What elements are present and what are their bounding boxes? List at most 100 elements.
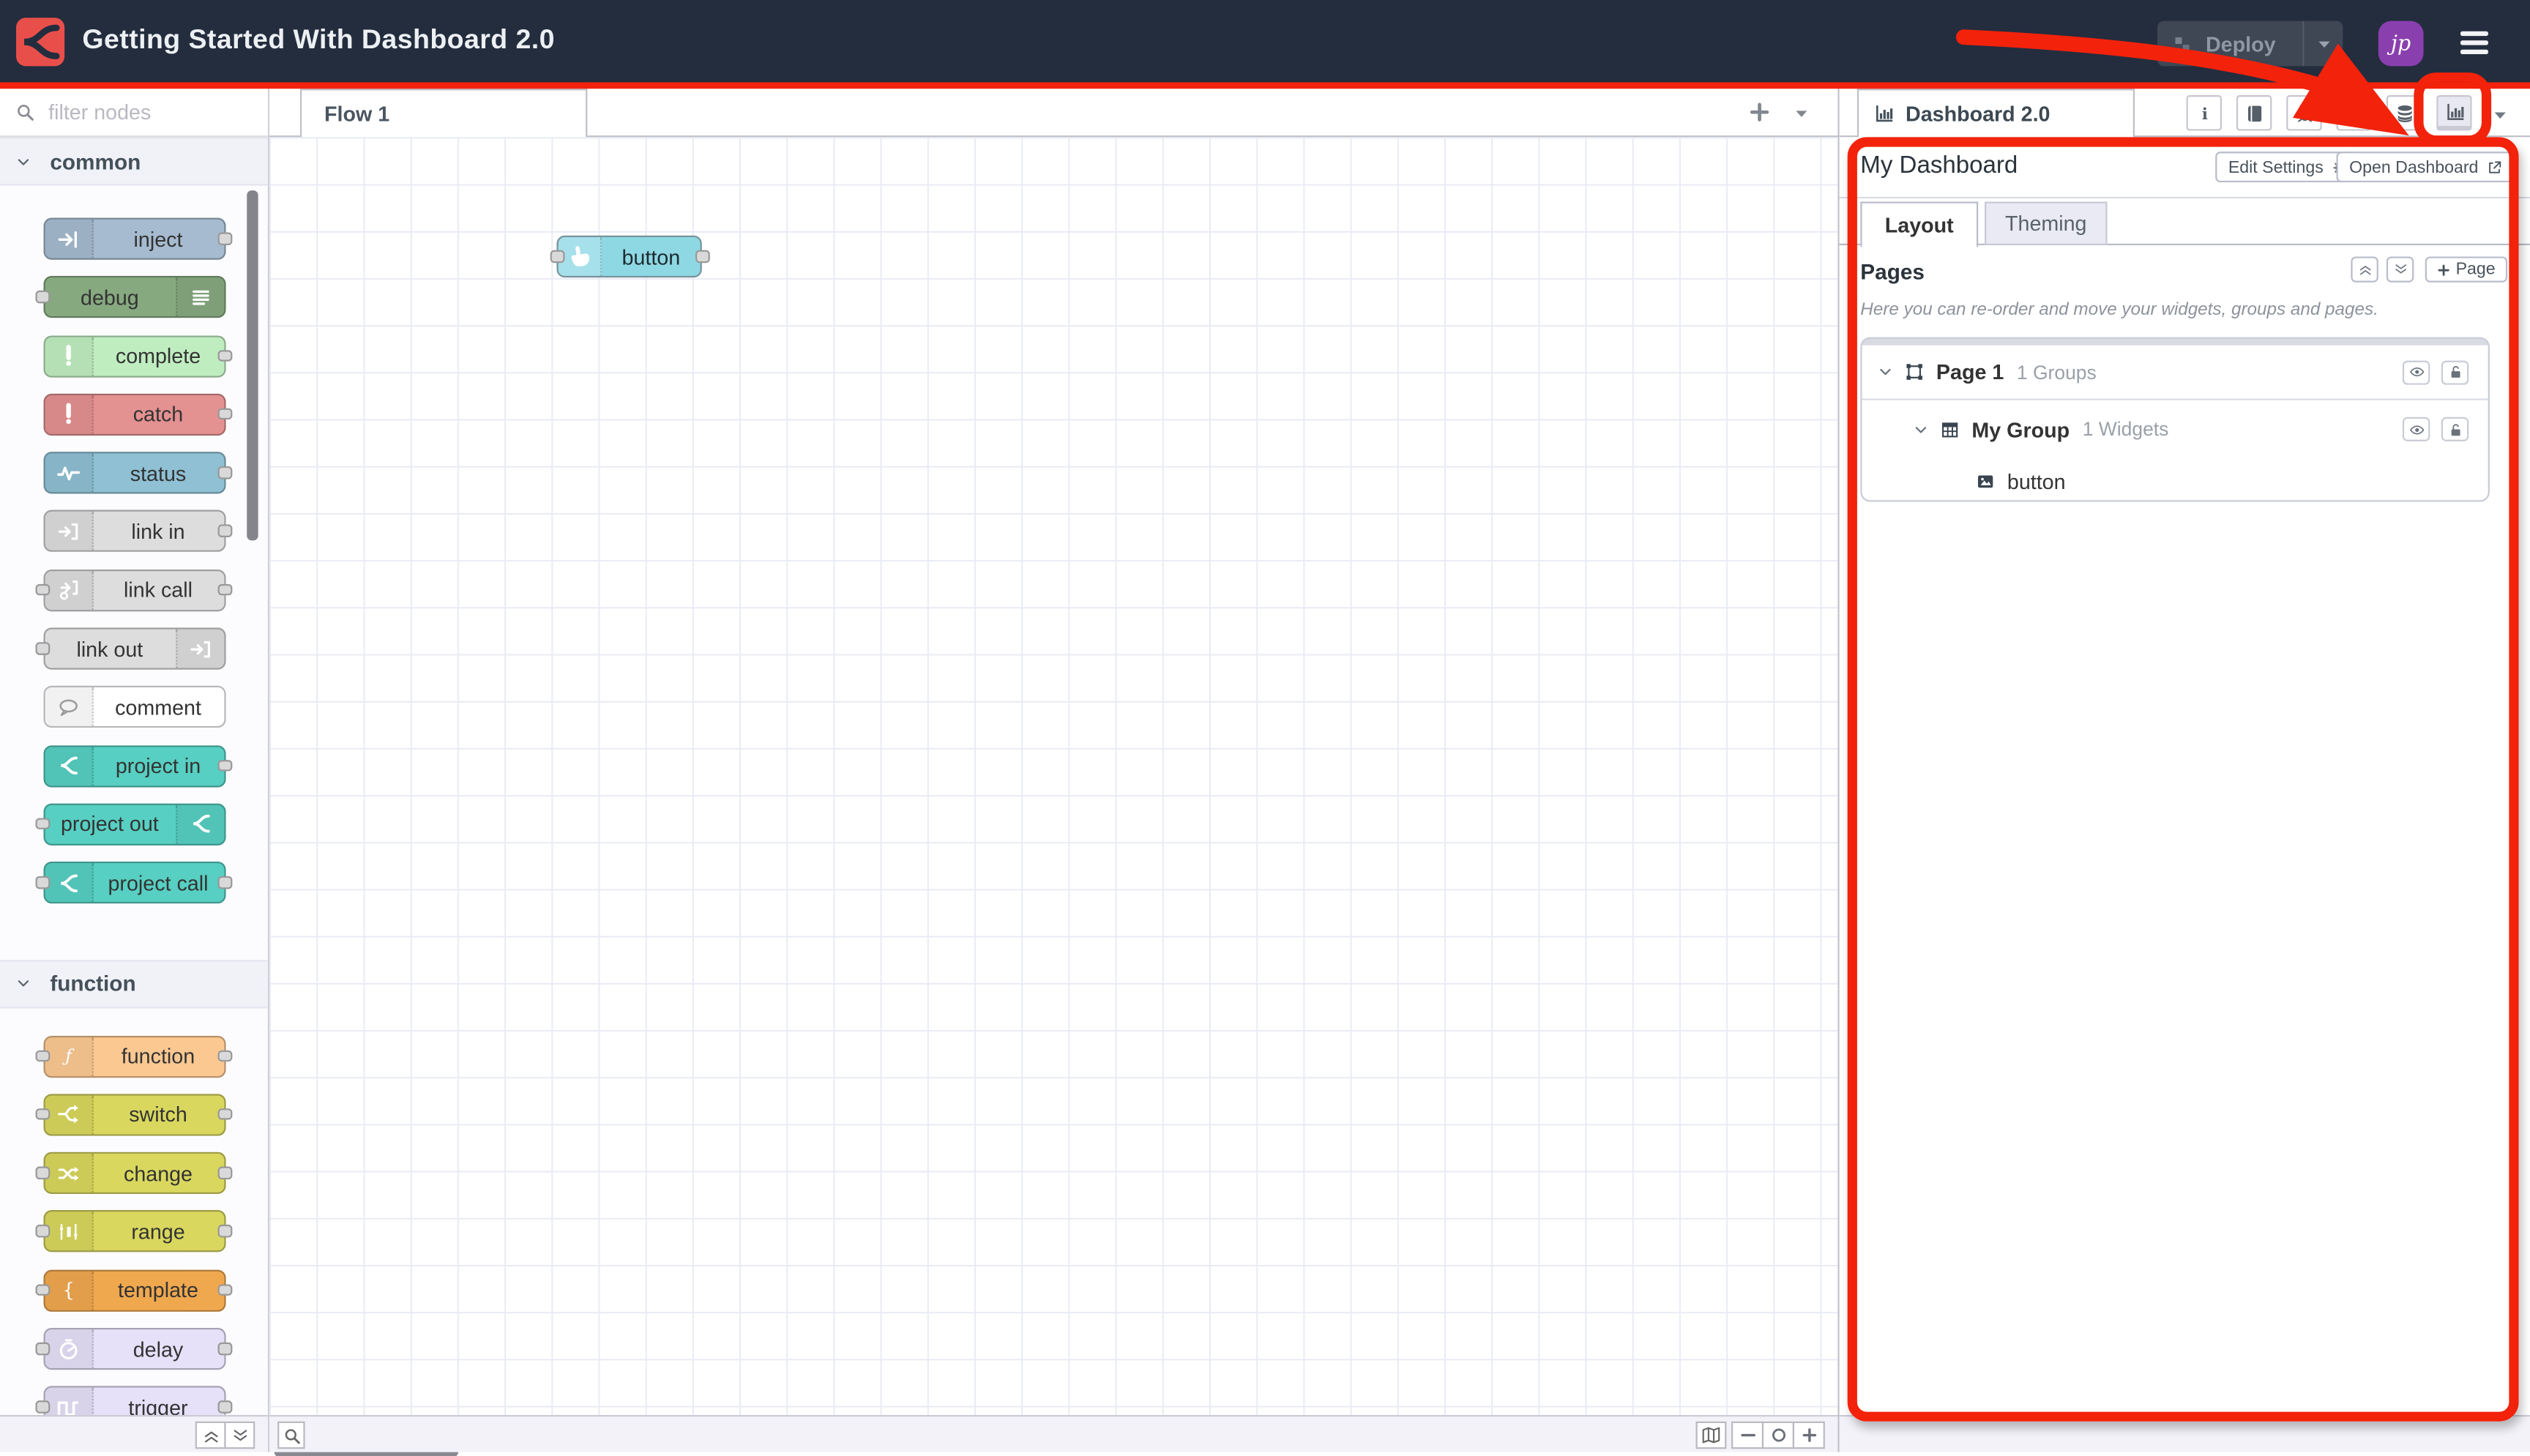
annotation-red-line — [0, 82, 2530, 88]
brace-icon — [45, 1271, 93, 1310]
node-output-port[interactable] — [218, 349, 233, 362]
palette-node-status[interactable]: status — [42, 452, 225, 494]
palette-category-function[interactable]: function — [0, 959, 268, 1007]
node-output-port[interactable] — [218, 1284, 233, 1296]
palette-node-function[interactable]: function — [42, 1035, 225, 1077]
palette-node-trigger[interactable]: trigger — [42, 1386, 225, 1415]
node-output-port[interactable] — [218, 1343, 233, 1355]
palette-node-label: trigger — [93, 1388, 224, 1415]
palette-node-label: link in — [93, 512, 224, 551]
node-output-port[interactable] — [218, 1401, 233, 1414]
palette-collapse-all-button[interactable] — [195, 1422, 226, 1449]
palette-scrollbar[interactable] — [247, 190, 257, 540]
palette-node-label: catch — [93, 395, 224, 434]
palette-node-switch[interactable]: switch — [42, 1094, 225, 1135]
node-output-port[interactable] — [218, 759, 233, 772]
palette-node-link-in[interactable]: link in — [42, 511, 225, 553]
node-output-port[interactable] — [218, 1050, 233, 1062]
palette-node-comment[interactable]: comment — [42, 687, 225, 728]
node-output-port[interactable] — [218, 1108, 233, 1121]
palette-node-delay[interactable]: delay — [42, 1328, 225, 1370]
deploy-options-caret[interactable] — [2304, 34, 2343, 52]
node-output-port[interactable] — [218, 232, 233, 244]
sidebar-toolbar-bug-button[interactable] — [2286, 95, 2321, 130]
sidebar-menu-caret[interactable] — [2491, 106, 2509, 124]
node-red-editor: Getting Started With Dashboard 2.0 Deplo… — [0, 0, 2530, 1452]
palette-node-label: link out — [45, 630, 176, 668]
palette-node-project-in[interactable]: project in — [42, 745, 225, 787]
palette-node-label: link call — [93, 571, 224, 610]
node-input-port[interactable] — [35, 1167, 50, 1179]
zoom-out-button[interactable] — [1731, 1422, 1764, 1449]
sidebar-toolbar-book-button[interactable] — [2236, 95, 2272, 130]
palette-node-catch[interactable]: catch — [42, 394, 225, 436]
deploy-button[interactable]: Deploy — [2157, 21, 2343, 67]
node-output-port[interactable] — [218, 1225, 233, 1238]
squarewave-icon — [45, 1388, 93, 1415]
link-call-icon — [45, 571, 93, 610]
palette-node-inject[interactable]: inject — [42, 218, 225, 260]
node-red-logo-icon[interactable] — [16, 18, 64, 66]
zoom-in-button[interactable] — [1793, 1422, 1825, 1449]
palette-node-range[interactable]: range — [42, 1211, 225, 1252]
sidebar-toolbar-info-button[interactable] — [2187, 95, 2222, 130]
exclamation-icon — [45, 337, 93, 376]
toggle-navigator-button[interactable] — [1695, 1422, 1726, 1449]
node-output-port[interactable] — [218, 408, 233, 420]
palette-node-template[interactable]: template — [42, 1269, 225, 1311]
node-input-port[interactable] — [35, 1108, 50, 1121]
add-flow-button[interactable] — [1747, 100, 1772, 124]
palette-node-link-call[interactable]: link call — [42, 570, 225, 611]
node-red-icon — [175, 805, 223, 844]
link-arrow-icon — [175, 630, 223, 668]
flow-canvas-grid[interactable]: button — [269, 137, 1837, 1415]
palette-node-label: range — [93, 1212, 224, 1251]
canvas-node-button[interactable]: button — [556, 236, 701, 277]
node-input-port[interactable] — [35, 642, 50, 654]
timer-icon — [45, 1329, 93, 1368]
node-output-port[interactable] — [218, 525, 233, 537]
zoom-reset-button[interactable] — [1762, 1422, 1794, 1449]
node-input-port[interactable] — [35, 1225, 50, 1238]
palette-node-complete[interactable]: complete — [42, 335, 225, 377]
palette-search-row — [0, 89, 268, 137]
tab-flow-1[interactable]: Flow 1 — [300, 89, 587, 137]
chart-icon — [1873, 103, 1895, 124]
node-input-port[interactable] — [549, 250, 564, 263]
tab-dashboard-2[interactable]: Dashboard 2.0 — [1857, 89, 2135, 137]
node-output-port[interactable] — [218, 583, 233, 596]
node-input-port[interactable] — [35, 291, 50, 303]
palette-section-common: common inject debug complete catch status link… — [0, 137, 268, 924]
palette-category-label: common — [50, 149, 141, 173]
palette-node-link-out[interactable]: link out — [42, 628, 225, 670]
palette-node-label: inject — [93, 220, 224, 258]
palette-footer — [0, 1415, 268, 1452]
user-avatar[interactable]: jp — [2378, 21, 2424, 67]
sidebar-toolbar-gear-button[interactable] — [2337, 95, 2372, 130]
node-input-port[interactable] — [35, 1343, 50, 1355]
palette-scroll-area[interactable]: common inject debug complete catch status link… — [0, 137, 268, 1415]
search-flows-button[interactable] — [277, 1422, 305, 1449]
palette-category-common[interactable]: common — [0, 137, 268, 185]
node-output-port[interactable] — [218, 466, 233, 479]
chevron-down-icon — [15, 152, 32, 170]
flow-list-caret[interactable] — [1793, 105, 1810, 122]
palette-node-project-out[interactable]: project out — [42, 804, 225, 845]
node-input-port[interactable] — [35, 1050, 50, 1062]
palette-node-project-call[interactable]: project call — [42, 862, 225, 904]
node-input-port[interactable] — [35, 818, 50, 830]
node-input-port[interactable] — [35, 1401, 50, 1414]
filter-nodes-input[interactable] — [45, 98, 245, 125]
node-input-port[interactable] — [35, 1284, 50, 1296]
node-output-port[interactable] — [695, 250, 709, 263]
app-header: Getting Started With Dashboard 2.0 Deplo… — [0, 0, 2530, 84]
sidebar-tab-label: Dashboard 2.0 — [1906, 102, 2050, 126]
node-output-port[interactable] — [218, 876, 233, 889]
node-output-port[interactable] — [218, 1167, 233, 1179]
palette-expand-all-button[interactable] — [224, 1422, 255, 1449]
palette-node-change[interactable]: change — [42, 1152, 225, 1194]
palette-node-debug[interactable]: debug — [42, 277, 225, 318]
main-menu-button[interactable] — [2454, 24, 2494, 61]
node-input-port[interactable] — [35, 876, 50, 889]
node-input-port[interactable] — [35, 583, 50, 596]
